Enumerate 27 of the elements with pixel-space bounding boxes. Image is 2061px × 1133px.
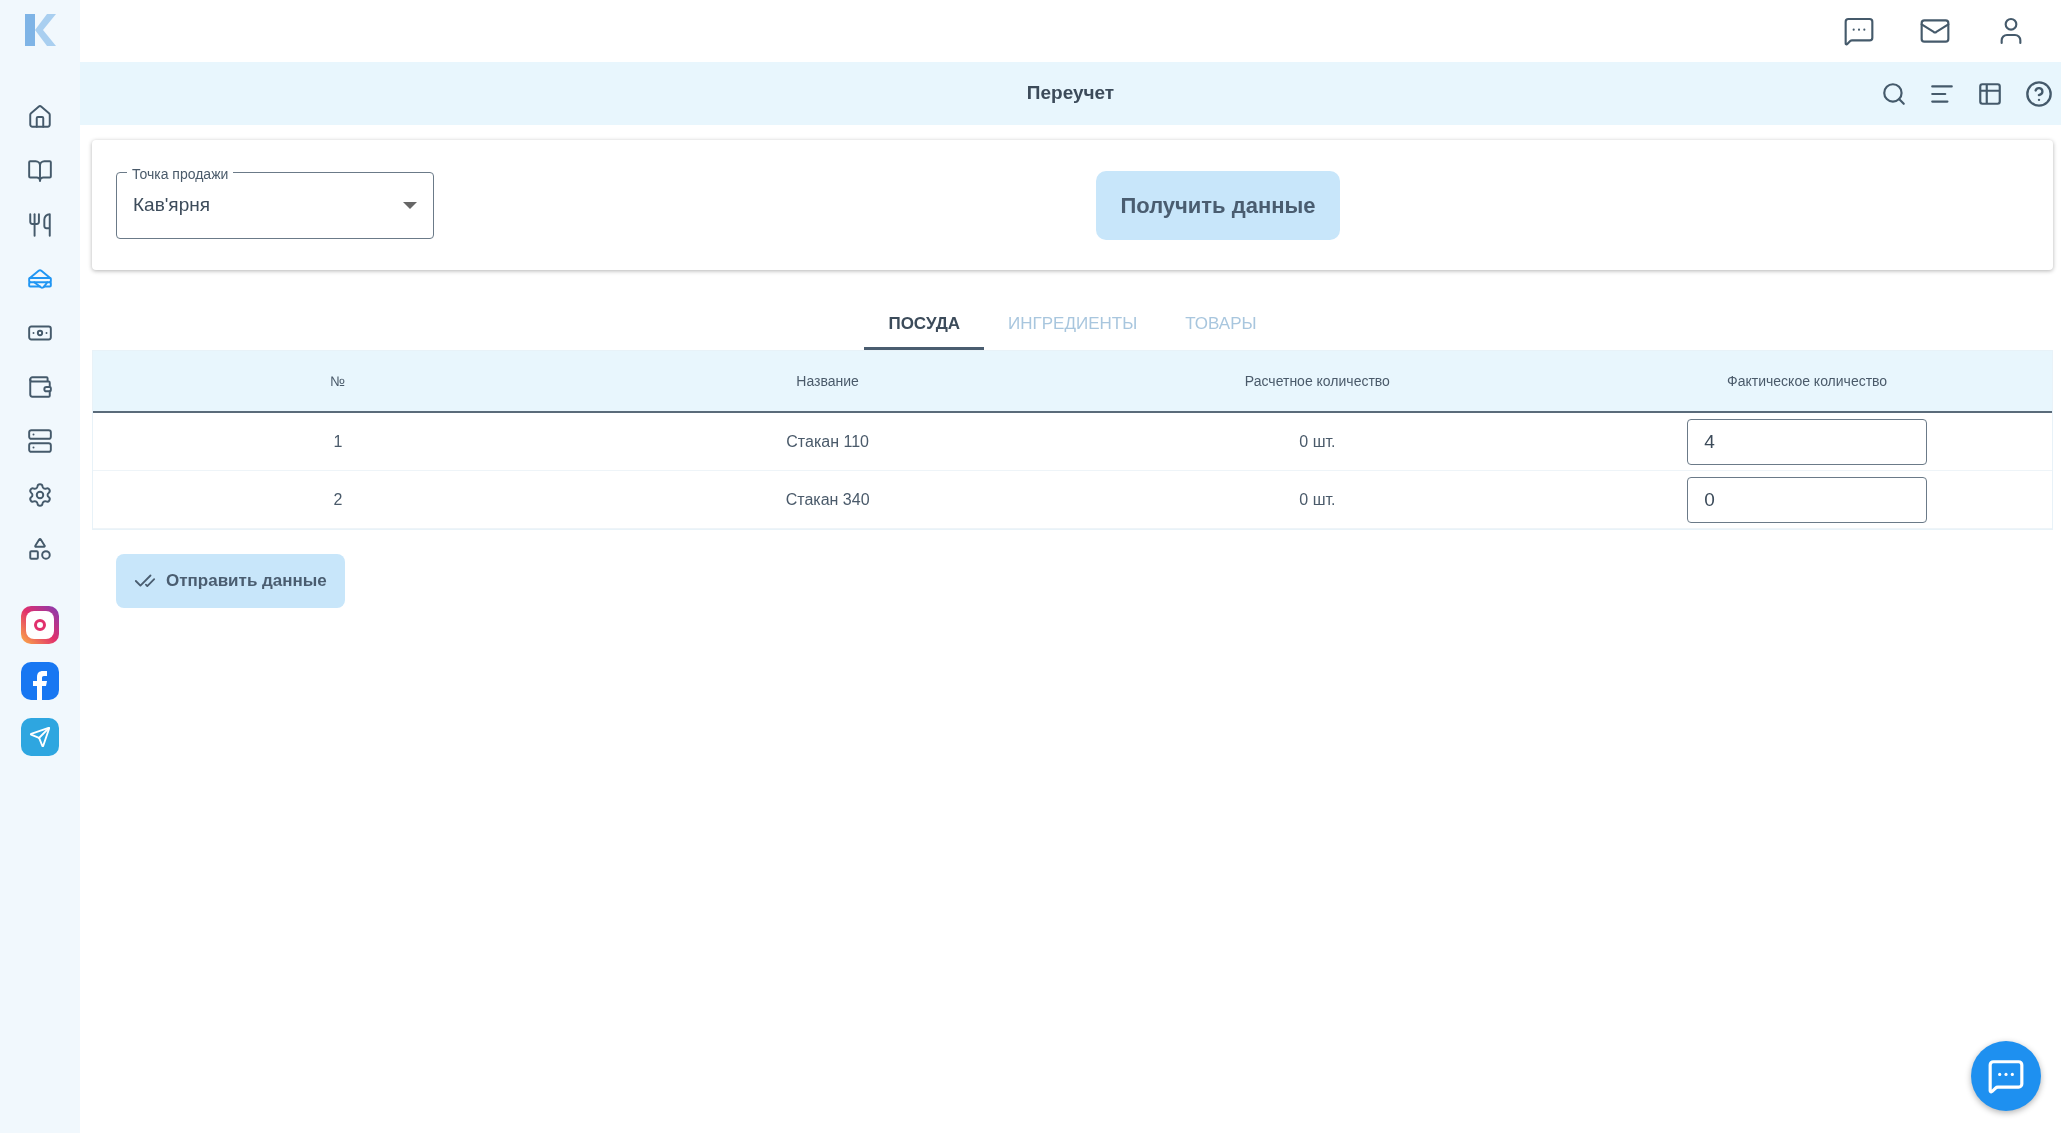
help-icon[interactable] bbox=[2025, 79, 2053, 108]
table-icon[interactable] bbox=[1977, 80, 2003, 107]
table-cell-text: 0 шт. bbox=[1298, 489, 1337, 510]
table-cell-text: 2 bbox=[332, 489, 344, 510]
telegram-icon[interactable] bbox=[21, 718, 59, 756]
page-title: Переучет bbox=[1026, 81, 1115, 106]
column-header: Название bbox=[795, 371, 860, 391]
chat-button[interactable] bbox=[1971, 1041, 2041, 1111]
submit-data-button[interactable]: Отправить данные bbox=[116, 554, 345, 608]
chat-icon bbox=[1987, 1057, 2025, 1095]
instagram-icon[interactable] bbox=[21, 606, 59, 644]
select-value: Кав'ярня bbox=[133, 192, 210, 217]
table-cell-text: 0 шт. bbox=[1298, 431, 1337, 452]
search-icon[interactable] bbox=[1881, 80, 1907, 107]
table-cell-text: Стакан 110 bbox=[785, 431, 870, 452]
facebook-icon[interactable] bbox=[21, 662, 59, 700]
messages-icon[interactable] bbox=[1843, 15, 1875, 47]
table-cell-text: Стакан 340 bbox=[784, 489, 871, 510]
dropdown-caret-icon bbox=[403, 201, 417, 209]
column-header: Расчетное количество bbox=[1243, 371, 1391, 391]
column-header: Фактическое количество bbox=[1726, 371, 1889, 391]
get-data-button[interactable]: Получить данные bbox=[1096, 170, 1340, 240]
quantity-input[interactable]: 0 bbox=[1687, 476, 1928, 523]
quantity-input[interactable]: 4 bbox=[1687, 418, 1928, 465]
table-cell-text: 1 bbox=[332, 431, 344, 452]
logo-icon bbox=[23, 12, 57, 48]
column-header: № bbox=[329, 371, 347, 391]
